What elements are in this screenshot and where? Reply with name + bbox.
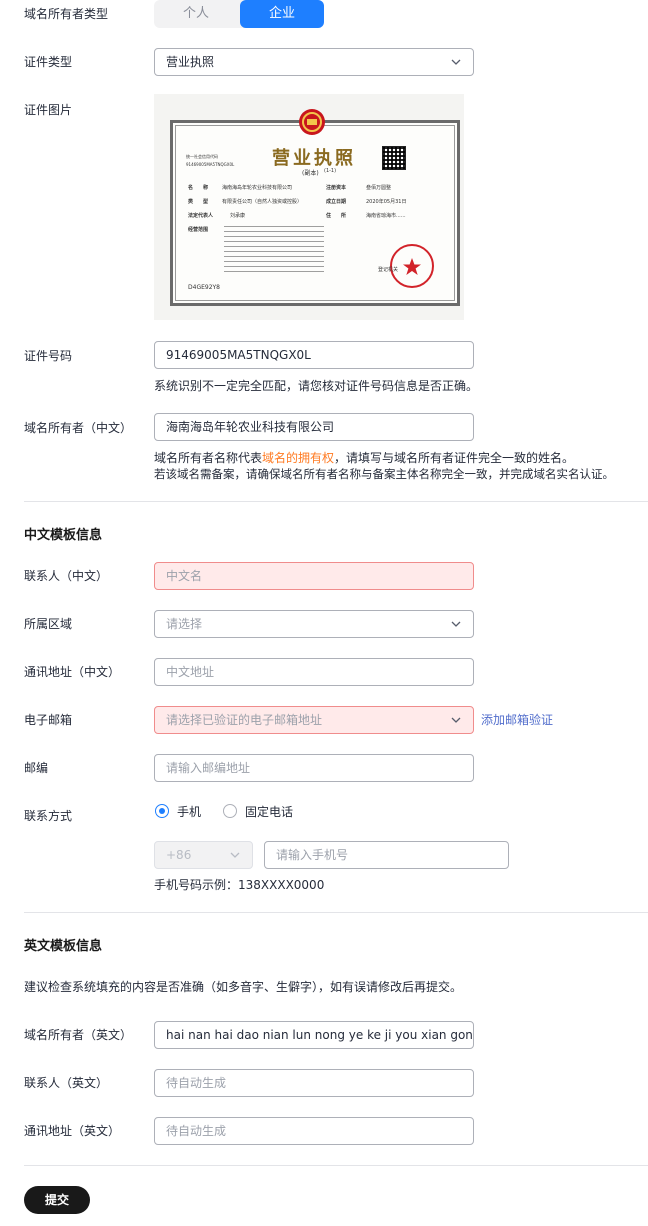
license-type-value: 有限责任公司（自然人独资或控股）: [222, 199, 303, 205]
license-name-value: 海南海岛年轮农业科技有限公司: [222, 185, 293, 191]
postcode-input[interactable]: 请输入邮编地址: [154, 754, 474, 782]
owner-cn-input[interactable]: 海南海岛年轮农业科技有限公司: [154, 413, 474, 441]
owner-cn-value: 海南海岛年轮农业科技有限公司: [166, 420, 335, 434]
chevron-down-icon: [451, 620, 461, 628]
en-template-note: 建议检查系统填充的内容是否准确（如多音字、生僻字），如有误请修改后再提交。: [24, 980, 463, 994]
phone-placeholder: 请输入手机号: [276, 848, 349, 862]
cn-address-placeholder: 中文地址: [166, 665, 215, 679]
business-license-image: 统一社会信用代码 91469005MA5TNQGX0L 营业执照 (副本) (1…: [154, 94, 464, 320]
region-select[interactable]: 请选择: [154, 610, 474, 638]
cn-contact-placeholder: 中文名: [166, 569, 203, 583]
cert-number-label: 证件号码: [24, 349, 73, 363]
en-contact-label: 联系人（英文）: [24, 1076, 109, 1090]
license-code-value: 91469005MA5TNQGX0L: [186, 162, 235, 167]
license-copy-label: (副本): [302, 170, 319, 177]
license-authority: 登记机关: [378, 267, 399, 273]
license-code-label: 统一社会信用代码: [186, 154, 218, 159]
phone-input[interactable]: 请输入手机号: [264, 841, 509, 869]
license-scope-label: 经营范围: [188, 227, 209, 233]
divider: [24, 1165, 648, 1166]
en-owner-value: hai nan hai dao nian lun nong ye ke ji y…: [166, 1028, 474, 1042]
divider: [24, 501, 648, 502]
radio-landline[interactable]: [223, 804, 237, 818]
cn-address-label: 通讯地址（中文）: [24, 665, 121, 679]
chevron-down-icon: [451, 716, 461, 724]
en-owner-label: 域名所有者（英文）: [24, 1028, 133, 1042]
cn-contact-label: 联系人（中文）: [24, 569, 109, 583]
cert-type-label: 证件类型: [24, 55, 73, 69]
en-owner-input[interactable]: hai nan hai dao nian lun nong ye ke ji y…: [154, 1021, 474, 1049]
qr-code-icon: [382, 146, 406, 170]
license-addr-value: 海南省琼海市......: [366, 213, 406, 219]
license-title: 营业执照: [272, 148, 356, 169]
national-emblem-icon: [298, 108, 326, 136]
en-address-input[interactable]: 待自动生成: [154, 1117, 474, 1145]
license-name-label: 名 称: [188, 185, 209, 191]
owner-cn-hint-1: 域名所有者名称代表域名的拥有权，请填写与域名所有者证件完全一致的姓名。: [154, 450, 574, 466]
license-capital-value: 叁佰万圆整: [366, 185, 392, 191]
owner-cn-hint-highlight: 域名的拥有权: [262, 451, 335, 465]
cert-number-input[interactable]: 91469005MA5TNQGX0L: [154, 341, 474, 369]
owner-cn-label: 域名所有者（中文）: [24, 421, 133, 435]
license-copy-number: (1-1): [324, 168, 337, 174]
postcode-placeholder: 请输入邮编地址: [166, 761, 251, 775]
cert-number-hint: 系统识别不一定完全匹配，请您核对证件号码信息是否正确。: [154, 379, 479, 393]
cn-template-title: 中文模板信息: [24, 528, 103, 543]
owner-type-personal[interactable]: 个人: [154, 0, 238, 28]
cn-contact-input[interactable]: 中文名: [154, 562, 474, 590]
cert-type-value: 营业执照: [166, 55, 215, 69]
postcode-label: 邮编: [24, 761, 49, 775]
license-rep-label: 法定代表人: [188, 213, 214, 219]
en-template-title: 英文模板信息: [24, 939, 103, 954]
license-rep-value: 刘承康: [230, 213, 246, 219]
cert-type-select[interactable]: 营业执照: [154, 48, 474, 76]
license-scope-text: [224, 226, 324, 274]
email-placeholder: 请选择已验证的电子邮箱地址: [166, 713, 323, 727]
radio-mobile-label[interactable]: 手机: [177, 803, 201, 820]
radio-mobile[interactable]: [155, 804, 169, 818]
license-type-label: 类 型: [188, 199, 209, 205]
email-select[interactable]: 请选择已验证的电子邮箱地址: [154, 706, 474, 734]
divider: [24, 912, 648, 913]
en-contact-placeholder: 待自动生成: [166, 1076, 227, 1090]
license-capital-label: 注册资本: [326, 185, 347, 191]
region-label: 所属区域: [24, 617, 73, 631]
contact-method-label: 联系方式: [24, 809, 73, 823]
owner-type-label: 域名所有者类型: [24, 7, 109, 21]
license-serial: D4GE92Y8: [188, 284, 220, 291]
cn-address-input[interactable]: 中文地址: [154, 658, 474, 686]
region-placeholder: 请选择: [166, 617, 203, 631]
license-addr-label: 住 所: [326, 213, 347, 219]
phone-example: 手机号码示例：138XXXX0000: [154, 878, 325, 892]
cert-number-value: 91469005MA5TNQGX0L: [166, 348, 311, 362]
country-code-select: +86: [154, 841, 253, 869]
en-address-placeholder: 待自动生成: [166, 1124, 227, 1138]
chevron-down-icon: [230, 851, 240, 859]
add-email-verification-link[interactable]: 添加邮箱验证: [481, 711, 553, 728]
chevron-down-icon: [451, 58, 461, 66]
owner-type-segmented: 个人 企业: [154, 0, 324, 28]
owner-cn-hint-2: 若该域名需备案，请确保域名所有者名称与备案主体名称完全一致，并完成域名实名认证。: [154, 467, 614, 481]
owner-type-enterprise[interactable]: 企业: [240, 0, 324, 28]
owner-cn-hint-pre: 域名所有者名称代表: [154, 451, 263, 465]
email-label: 电子邮箱: [24, 713, 73, 727]
submit-button[interactable]: 提交: [24, 1186, 90, 1214]
radio-landline-label[interactable]: 固定电话: [245, 803, 293, 820]
en-address-label: 通讯地址（英文）: [24, 1124, 121, 1138]
license-date-label: 成立日期: [326, 199, 347, 205]
en-contact-input[interactable]: 待自动生成: [154, 1069, 474, 1097]
license-date-value: 2020年05月31日: [366, 199, 407, 205]
cert-image-label: 证件图片: [24, 103, 73, 117]
country-code-value: +86: [166, 848, 192, 862]
owner-cn-hint-post: ，请填写与域名所有者证件完全一致的姓名。: [334, 451, 575, 465]
